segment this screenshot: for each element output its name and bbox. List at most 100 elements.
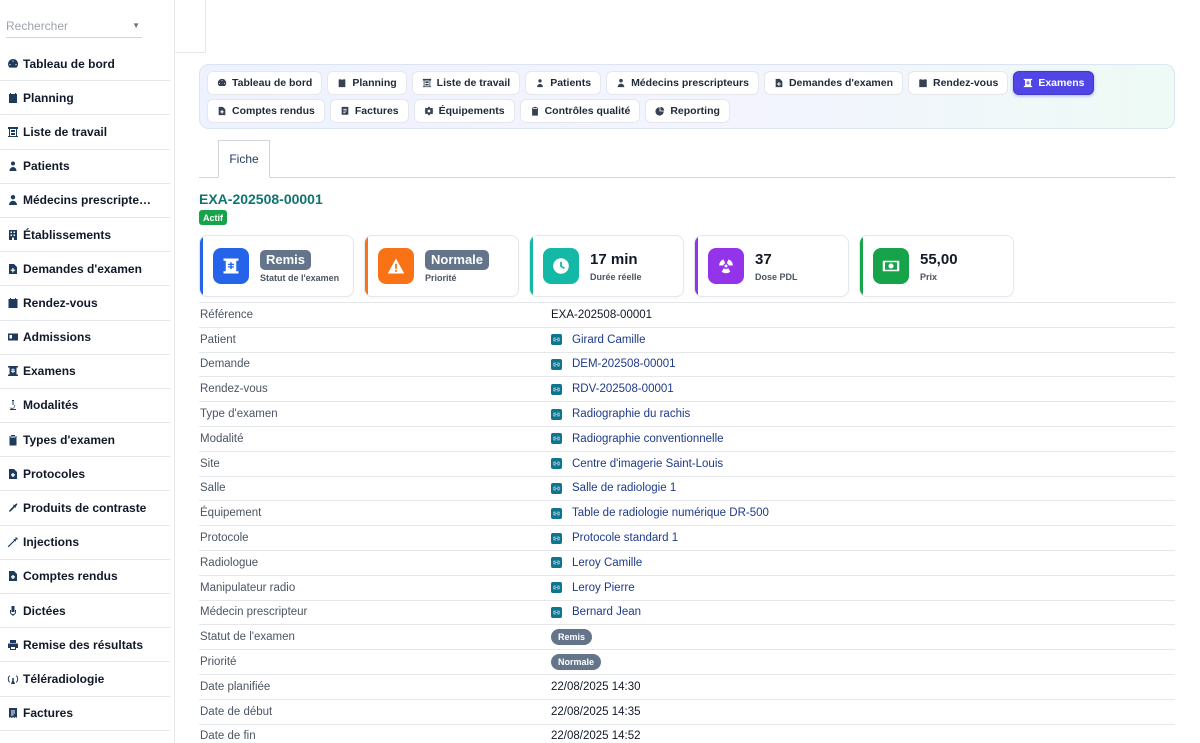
sidebar-item-types-d-examen[interactable]: Types d'examen [0,423,170,458]
worklist-icon [6,125,20,139]
detail-value: 22/08/2025 14:35 [551,705,641,718]
detail-row-date-de-fin: Date de fin 22/08/2025 14:52 [199,725,1175,743]
syringe-icon [6,535,20,549]
tab-label: Reporting [670,105,720,117]
link-icon [551,606,562,618]
detail-link[interactable]: DEM-202508-00001 [551,358,676,370]
sidebar-item-planning[interactable]: Planning [0,81,170,116]
sidebar-item-injections[interactable]: Injections [0,526,170,560]
detail-link[interactable]: Girard Camille [551,334,646,346]
link-icon [551,557,562,569]
sidebar-item-produits-de-contraste[interactable]: Produits de contraste [0,491,170,526]
stat-card-dose-pdl: 37 Dose PDL [694,235,849,297]
sidebar-item-demandes-d-examen[interactable]: Demandes d'examen [0,252,170,287]
detail-value: 22/08/2025 14:30 [551,680,641,693]
detail-row-site: Site Centre d'imagerie Saint-Louis [199,452,1175,477]
tab-patients[interactable]: Patients [525,71,602,95]
tab-label: Médecins prescripteurs [631,77,749,89]
tab-fiche[interactable]: Fiche [218,140,270,178]
file-medical-icon [217,106,227,116]
sidebar-item-medecins-prescripte[interactable]: Médecins prescripte… [0,184,170,218]
doctor-icon [6,193,20,207]
detail-link[interactable]: Bernard Jean [551,606,641,618]
tab-demandes-d-examen[interactable]: Demandes d'examen [763,71,903,95]
detail-link[interactable]: Radiographie du rachis [551,408,690,420]
detail-row-protocole: Protocole Protocole standard 1 [199,526,1175,551]
tab-label: Examens [1038,77,1085,89]
detail-label: Médecin prescripteur [200,606,308,619]
detail-link[interactable]: Table de radiologie numérique DR-500 [551,507,769,519]
calendar-check-icon [6,296,20,310]
tab-liste-de-travail[interactable]: Liste de travail [411,71,521,95]
tab-factures[interactable]: Factures [329,99,409,123]
sidebar-item-etablissements[interactable]: Établissements [0,218,170,253]
sidebar-item-admissions[interactable]: Admissions [0,321,170,355]
sidebar-item-teleradiologie[interactable]: Téléradiologie [0,662,170,697]
file-plus-icon [774,78,784,88]
detail-value: Centre d'imagerie Saint-Louis [572,457,724,470]
doctor-icon [616,78,626,88]
tab-examens[interactable]: Examens [1013,71,1095,95]
microphone-icon [6,604,20,618]
detail-value: Bernard Jean [572,606,642,619]
invoice-icon [340,106,350,116]
clipboard-icon [6,433,20,447]
search-input[interactable]: Rechercher ▼ [6,14,142,38]
tab-rendez-vous[interactable]: Rendez-vous [908,71,1009,95]
tab-planning[interactable]: Planning [327,71,407,95]
sidebar-item-patients[interactable]: Patients [0,150,170,184]
detail-label: Équipement [200,507,262,520]
tab-reporting[interactable]: Reporting [645,99,730,123]
detail-link[interactable]: Leroy Camille [551,557,642,569]
sidebar-item-label: Produits de contraste [23,501,147,516]
tab-comptes-rendus[interactable]: Comptes rendus [207,99,325,123]
detail-link[interactable]: Salle de radiologie 1 [551,482,676,494]
tab-controles-qualite[interactable]: Contrôles qualité [519,99,641,123]
detail-label: Priorité [200,656,237,669]
detail-value: Table de radiologie numérique DR-500 [572,507,769,520]
chevron-down-icon[interactable]: ▼ [132,21,140,30]
tab-equipements[interactable]: Équipements [413,99,515,123]
page-title: EXA-202508-00001 [199,191,323,207]
link-icon [551,507,562,519]
sidebar-item-protocoles[interactable]: Protocoles [0,457,170,492]
sidebar-item-tableau-de-bord[interactable]: Tableau de bord [0,47,170,82]
detail-link[interactable]: Leroy Pierre [551,582,635,594]
link-icon [551,458,562,470]
microscope-icon [6,398,20,412]
stat-label: Statut de l'examen [260,272,340,283]
detail-label: Date de fin [200,730,256,743]
sidebar-item-liste-de-travail[interactable]: Liste de travail [0,115,170,150]
stat-card-statut-de-l-examen: Remis Statut de l'examen [199,235,354,297]
checklist-icon [530,106,540,116]
sidebar-item-dictees[interactable]: Dictées [0,594,170,629]
sidebar-item-comptes-rendus[interactable]: Comptes rendus [0,560,170,594]
stat-value: 55,00 [920,250,958,268]
detail-link[interactable]: Radiographie conventionnelle [551,433,724,445]
sidebar-item-remise-des-resultats[interactable]: Remise des résultats [0,628,170,663]
detail-link[interactable]: Centre d'imagerie Saint-Louis [551,458,723,470]
tab-medecins-prescripteurs[interactable]: Médecins prescripteurs [606,71,759,95]
sidebar-item-label: Remise des résultats [23,637,144,652]
xray-icon [6,364,20,378]
stat-value: 17 min [590,250,638,268]
stat-card-duree-reelle: 17 min Durée réelle [529,235,684,297]
detail-value: DEM-202508-00001 [572,358,676,371]
sidebar-item-factures[interactable]: Factures [0,697,170,731]
tab-label: Rendez-vous [933,77,999,89]
sidebar-item-label: Types d'examen [23,432,116,447]
sidebar-item-modalites[interactable]: Modalités [0,389,170,424]
detail-link[interactable]: RDV-202508-00001 [551,383,674,395]
sidebar-item-examens[interactable]: Examens [0,355,170,389]
tab-label: Contrôles qualité [544,105,631,117]
pie-icon [655,106,665,116]
tab-tableau-de-bord[interactable]: Tableau de bord [207,71,323,95]
sidebar-item-label: Dictées [23,603,66,618]
detail-value: Leroy Camille [572,556,643,569]
detail-link[interactable]: Protocole standard 1 [551,532,678,544]
sidebar-item-rendez-vous[interactable]: Rendez-vous [0,286,170,321]
gear-icon [423,106,434,116]
module-tabs: Tableau de bord Planning Liste de travail P… [199,64,1175,129]
sidebar-item-label: Rendez-vous [23,295,98,310]
tab-label: Patients [550,77,592,89]
